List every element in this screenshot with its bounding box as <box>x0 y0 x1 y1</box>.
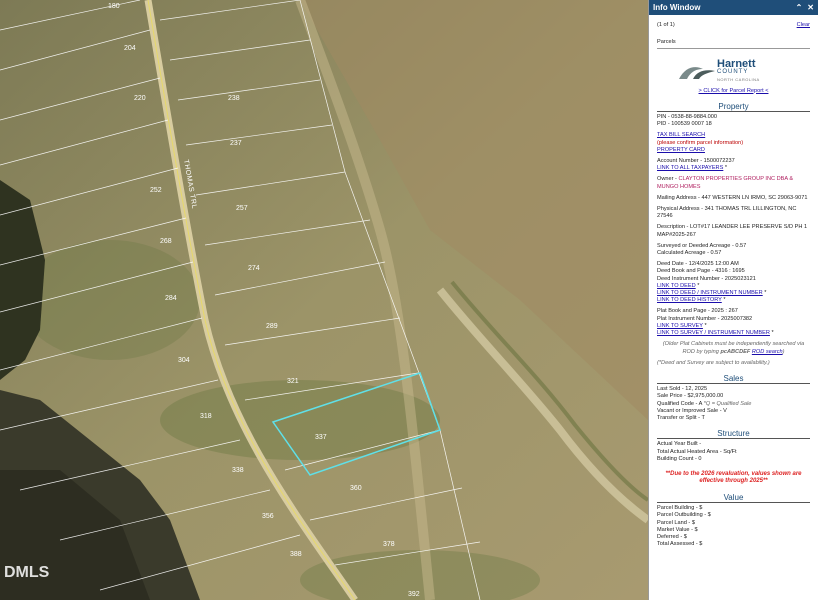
asterisk: * <box>764 290 767 297</box>
parcels-section-label: Parcels <box>657 39 810 50</box>
market-value: Market Value - $ <box>657 526 698 533</box>
surveyed-acreage: Surveyed or Deeded Acreage - 0.57 <box>657 242 747 249</box>
parcel-report-link[interactable]: > CLICK for Parcel Report < <box>699 88 769 94</box>
physical-address: Physical Address - 341 THOMAS TRL LILLIN… <box>657 206 797 220</box>
result-count: (1 of 1) <box>657 22 675 28</box>
pin-value: PIN - 0538-88-9884.000 <box>657 114 718 121</box>
parcel-building-value: Parcel Building - $ <box>657 505 703 512</box>
deed-date: Deed Date - 12/4/2025 12:00 AM <box>657 261 739 268</box>
heated-area: Total Actual Heated Area - Sq/Ft <box>657 448 737 455</box>
value-heading: Value <box>657 493 810 504</box>
asterisk: * <box>723 297 726 304</box>
parcel-label: 274 <box>248 265 260 272</box>
info-window-title: Info Window <box>653 3 701 12</box>
parcel-land-value: Parcel Land - $ <box>657 519 695 526</box>
info-window-titlebar: Info Window ⌃ ✕ <box>649 0 818 15</box>
plat-note-code: pcABCDEF <box>720 348 751 355</box>
plat-instrument-number: Plat Instrument Number - 2025007382 <box>657 315 753 322</box>
parcel-label: 268 <box>160 238 172 245</box>
owner-line: Owner - CLAYTON PROPERTIES GROUP INC DBA… <box>657 176 810 190</box>
plat-book-page: Plat Book and Page - 2025 : 267 <box>657 308 738 315</box>
parcel-label: 220 <box>134 95 146 102</box>
parcel-label: 356 <box>262 513 274 520</box>
parcel-label: 204 <box>124 45 136 52</box>
transfer-split: Transfer or Split - T <box>657 414 705 421</box>
property-heading: Property <box>657 102 810 113</box>
owner-label: Owner - <box>657 176 679 183</box>
parcel-label: 237 <box>230 140 242 147</box>
tax-bill-note: (please confirm parcel information) <box>657 139 744 146</box>
logo-swoosh-icon <box>679 66 715 79</box>
parcel-label: 321 <box>287 378 299 385</box>
asterisk: * <box>697 282 700 289</box>
deferred-value: Deferred - $ <box>657 533 687 540</box>
parcel-label: 284 <box>165 295 177 302</box>
qualified-code-note: *Q = Qualified Sale <box>703 400 752 407</box>
building-count: Building Count - 0 <box>657 455 702 462</box>
deed-survey-note: (*Deed and Survey are subject to availab… <box>657 359 770 366</box>
parcel-label: 338 <box>232 467 244 474</box>
link-to-deed-instrument[interactable]: LINK TO DEED / INSTRUMENT NUMBER <box>657 290 763 296</box>
parcel-label: 337 <box>315 434 327 441</box>
aerial-map[interactable]: THOMAS TRL 180 204 220 238 237 252 257 2… <box>0 0 648 600</box>
account-number: Account Number - 1500072237 <box>657 158 735 165</box>
last-sold: Last Sold - 12, 2025 <box>657 386 708 393</box>
description: Description - LOT#17 LEANDER LEE PRESERV… <box>657 224 808 238</box>
asterisk: * <box>724 165 728 172</box>
owner-value: CLAYTON PROPERTIES GROUP INC DBA & MUNGO… <box>657 176 794 190</box>
sale-price: Sale Price - $2,975,000.00 <box>657 393 724 400</box>
plat-cabinet-note: (Older Plat Cabinets must be independent… <box>662 341 805 355</box>
deed-book-page: Deed Book and Page - 4316 : 1695 <box>657 268 745 275</box>
parcel-label: 392 <box>408 591 420 598</box>
actual-year-built: Actual Year Built - <box>657 441 702 448</box>
parcel-label: 289 <box>266 323 278 330</box>
rod-search-link[interactable]: ROD search <box>752 349 783 355</box>
close-icon[interactable]: ✕ <box>807 3 814 12</box>
tax-bill-search-link[interactable]: TAX BILL SEARCH <box>657 132 705 138</box>
clear-link[interactable]: Clear <box>797 22 810 29</box>
link-to-survey[interactable]: LINK TO SURVEY <box>657 323 703 329</box>
qualified-code-value: Qualified Code - A <box>657 400 704 407</box>
calculated-acreage: Calculated Acreage - 0.57 <box>657 250 722 257</box>
parcel-label: 304 <box>178 357 190 364</box>
property-card-link[interactable]: PROPERTY CARD <box>657 147 705 153</box>
asterisk: * <box>704 322 707 329</box>
logo-county: COUNTY <box>717 69 749 76</box>
parcel-label: 378 <box>383 541 395 548</box>
mailing-address: Mailing Address - 447 WESTERN LN IRMO, S… <box>657 194 808 201</box>
parcel-label: 257 <box>236 205 248 212</box>
all-taxpayers-link[interactable]: LINK TO ALL TAXPAYERS <box>657 165 723 171</box>
vacant-improved-sale: Vacant or Improved Sale - V <box>657 407 727 414</box>
revaluation-note: **Due to the 2026 revaluation, values sh… <box>665 470 802 485</box>
link-to-deed[interactable]: LINK TO DEED <box>657 283 696 289</box>
asterisk: * <box>771 330 774 337</box>
logo-name: Harnett <box>717 58 756 71</box>
link-to-survey-instrument[interactable]: LINK TO SURVEY / INSTRUMENT NUMBER <box>657 330 770 336</box>
link-to-deed-history[interactable]: LINK TO DEED HISTORY <box>657 297 722 303</box>
qualified-code: Qualified Code - A *Q = Qualified Sale <box>657 401 810 408</box>
parcel-outbuilding-value: Parcel Outbuilding - $ <box>657 512 711 519</box>
info-window: Info Window ⌃ ✕ (1 of 1) Clear Parcels H… <box>648 0 818 600</box>
sales-heading: Sales <box>657 374 810 385</box>
parcel-label: 180 <box>108 3 120 10</box>
parcel-label: 238 <box>228 95 240 102</box>
pid-value: PID - 100539 0007 18 <box>657 121 712 128</box>
parcel-label: 388 <box>290 551 302 558</box>
harnett-county-logo: Harnett COUNTY NORTH CAROLINA <box>677 59 810 83</box>
mls-watermark: DMLS <box>4 564 50 581</box>
parcel-label: 252 <box>150 187 162 194</box>
chevron-up-icon[interactable]: ⌃ <box>796 3 803 12</box>
total-assessed-value: Total Assessed - $ <box>657 541 703 548</box>
parcel-label: 360 <box>350 485 362 492</box>
logo-state: NORTH CAROLINA <box>717 77 760 83</box>
parcel-label: 318 <box>200 413 212 420</box>
deed-instrument-number: Deed Instrument Number - 2025023121 <box>657 275 756 282</box>
structure-heading: Structure <box>657 430 810 440</box>
green-patch <box>160 380 440 460</box>
